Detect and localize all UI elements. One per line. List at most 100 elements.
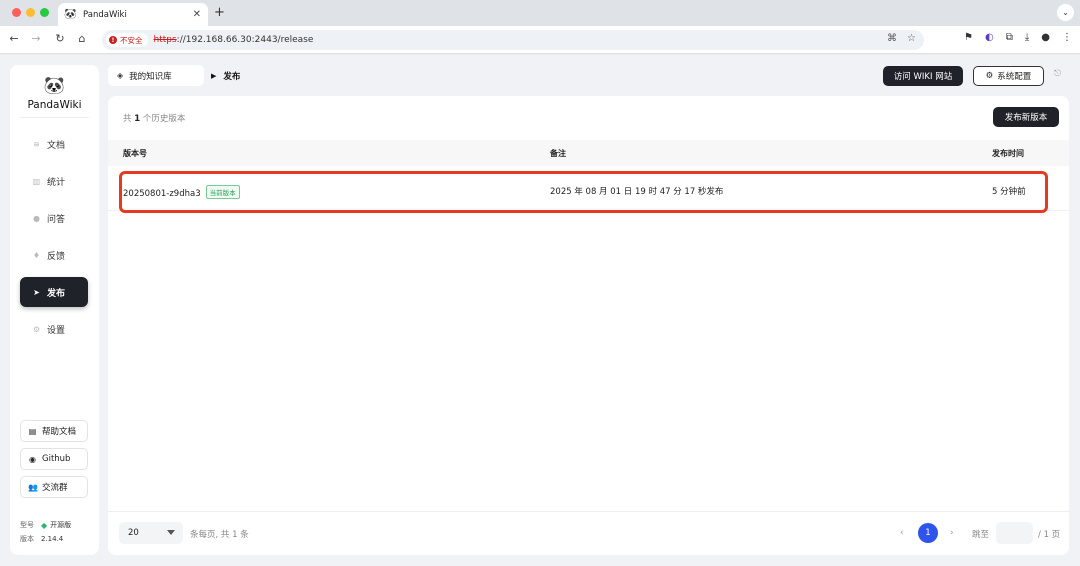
tab-title: PandaWiki: [83, 9, 127, 20]
browser-toolbar: ← → ↻ ⌂ ! 不安全 https://192.168.66.30:2443…: [0, 26, 1080, 54]
next-page-icon[interactable]: ›: [950, 528, 954, 538]
table-header: 版本号 备注 发布时间: [108, 140, 1069, 166]
sidebar-item-stats[interactable]: ▥ 统计: [20, 166, 88, 196]
github-button[interactable]: ◉ Github: [20, 448, 88, 470]
publish-new-version-button[interactable]: 发布新版本: [993, 107, 1059, 127]
tab-search-icon[interactable]: ⌄: [1057, 4, 1074, 21]
gear-icon: ⚙: [32, 324, 41, 334]
bookmark-star-icon[interactable]: ☆: [907, 33, 916, 44]
community-button[interactable]: 👥 交流群: [20, 476, 88, 498]
sidebar-item-qa[interactable]: ● 问答: [20, 203, 88, 233]
total-prefix: 共: [123, 114, 132, 124]
edition-info: 型号 ◆ 开源版: [20, 520, 71, 530]
column-header-time: 发布时间: [992, 149, 1024, 158]
edition-key: 型号: [20, 521, 34, 529]
column-header-version: 版本号: [123, 149, 147, 158]
browser-menu-icon[interactable]: ⋮: [1062, 32, 1072, 43]
total-count: 1: [134, 114, 141, 124]
help-doc-button[interactable]: ▤ 帮助文档: [20, 420, 88, 442]
warning-icon: !: [109, 36, 117, 44]
caret-right-icon: ▶: [211, 71, 217, 80]
page-size-value: 20: [128, 528, 139, 538]
sidebar-item-label: 问答: [47, 214, 66, 225]
system-settings-button[interactable]: ⚙ 系统配置: [973, 66, 1044, 86]
maximize-window-button[interactable]: [40, 8, 49, 17]
browser-tab-bar: 🐼 PandaWiki ✕ + ⌄: [0, 0, 1080, 26]
diamond-icon: ◆: [41, 520, 48, 530]
new-tab-icon[interactable]: +: [214, 5, 225, 20]
kb-label: 我的知识库: [129, 71, 172, 82]
prev-page-icon[interactable]: ‹: [900, 528, 904, 538]
sidebar-item-feedback[interactable]: ♦ 反馈: [20, 240, 88, 270]
page-size-select[interactable]: 20: [119, 522, 183, 544]
gear-icon: ⚙: [985, 71, 994, 81]
address-bar[interactable]: ! 不安全 https://192.168.66.30:2443/release…: [102, 30, 924, 50]
page-title: 发布: [223, 71, 241, 82]
caret-down-icon: [167, 530, 175, 535]
jump-label: 跳至: [972, 530, 990, 540]
sidebar-item-label: 反馈: [47, 251, 66, 262]
close-window-button[interactable]: [12, 8, 21, 17]
sidebar-item-release[interactable]: ➤ 发布: [20, 277, 88, 307]
logout-icon[interactable]: ⎋: [1054, 69, 1061, 79]
close-tab-icon[interactable]: ✕: [193, 9, 201, 20]
security-indicator[interactable]: ! 不安全: [106, 33, 148, 47]
column-header-remark: 备注: [550, 149, 566, 158]
community-label: 交流群: [42, 483, 68, 493]
minimize-window-button[interactable]: [26, 8, 35, 17]
per-page-text: 条每页, 共 1 条: [190, 530, 249, 540]
app-root: 🐼 PandaWiki ≋ 文档 ▥ 统计 ● 问答 ♦ 反馈 ➤ 发布 ⚙ 设…: [0, 55, 1080, 566]
sidebar-item-label: 发布: [47, 288, 66, 299]
profile-avatar-icon[interactable]: ●: [1041, 32, 1050, 43]
document-icon: ▤: [28, 426, 37, 436]
highlight-annotation-box: [119, 171, 1048, 213]
logo: 🐼 PandaWiki: [10, 77, 99, 111]
sidebar-item-label: 设置: [47, 325, 66, 336]
extensions-puzzle-icon[interactable]: ⧉: [1006, 32, 1013, 43]
page-button-current[interactable]: 1: [918, 523, 938, 543]
people-icon: 👥: [28, 482, 38, 492]
reload-icon[interactable]: ↻: [53, 32, 67, 45]
sidebar-item-label: 统计: [47, 177, 66, 188]
version-count: 共 1 个历史版本: [123, 112, 185, 124]
total-pages: / 1 页: [1038, 530, 1061, 540]
github-label: Github: [42, 454, 71, 464]
home-icon[interactable]: ⌂: [75, 32, 89, 45]
url-path: ://192.168.66.30:2443/release: [176, 35, 314, 45]
cube-icon: ◈: [117, 71, 124, 80]
breadcrumb: ▶ 发布: [211, 65, 240, 86]
divider: [108, 511, 1069, 512]
chat-bubble-icon: ●: [33, 213, 40, 223]
system-settings-label: 系统配置: [997, 72, 1032, 82]
edition-value: 开源版: [50, 521, 72, 529]
extension-gift-icon[interactable]: ⚑: [964, 32, 973, 43]
back-arrow-icon[interactable]: ←: [7, 32, 21, 45]
url-scheme: https: [153, 35, 177, 45]
translate-icon[interactable]: ⌘: [887, 33, 897, 44]
download-icon[interactable]: ⤓: [1025, 32, 1029, 43]
panda-logo-icon: 🐼: [43, 76, 66, 96]
visit-wiki-button[interactable]: 访问 WIKI 网站: [883, 66, 963, 86]
jump-page-input[interactable]: [996, 522, 1033, 544]
brand-name: PandaWiki: [27, 99, 82, 111]
bar-chart-icon: ▥: [32, 176, 41, 186]
knowledge-base-selector[interactable]: ◈ 我的知识库: [108, 65, 204, 86]
version-value: 2.14.4: [41, 535, 64, 543]
send-icon: ➤: [33, 287, 40, 297]
help-doc-label: 帮助文档: [42, 427, 77, 437]
extension-circle-icon[interactable]: ◐: [985, 32, 994, 43]
version-key: 版本: [20, 535, 34, 543]
forward-arrow-icon[interactable]: →: [29, 32, 43, 45]
sidebar-item-settings[interactable]: ⚙ 设置: [20, 314, 88, 344]
version-info: 版本 2.14.4: [20, 534, 63, 544]
sidebar-item-label: 文档: [47, 140, 66, 151]
panda-favicon-icon: 🐼: [64, 9, 77, 20]
github-icon: ◉: [29, 454, 36, 464]
insecure-label: 不安全: [120, 35, 143, 45]
divider: [20, 117, 89, 118]
browser-tab[interactable]: 🐼 PandaWiki ✕: [58, 3, 208, 26]
sidebar-item-docs[interactable]: ≋ 文档: [20, 129, 88, 159]
release-panel: 共 1 个历史版本 发布新版本 版本号 备注 发布时间 20250801-z9d…: [108, 96, 1069, 555]
feedback-icon: ♦: [32, 250, 41, 260]
sidebar: 🐼 PandaWiki ≋ 文档 ▥ 统计 ● 问答 ♦ 反馈 ➤ 发布 ⚙ 设…: [10, 65, 99, 555]
